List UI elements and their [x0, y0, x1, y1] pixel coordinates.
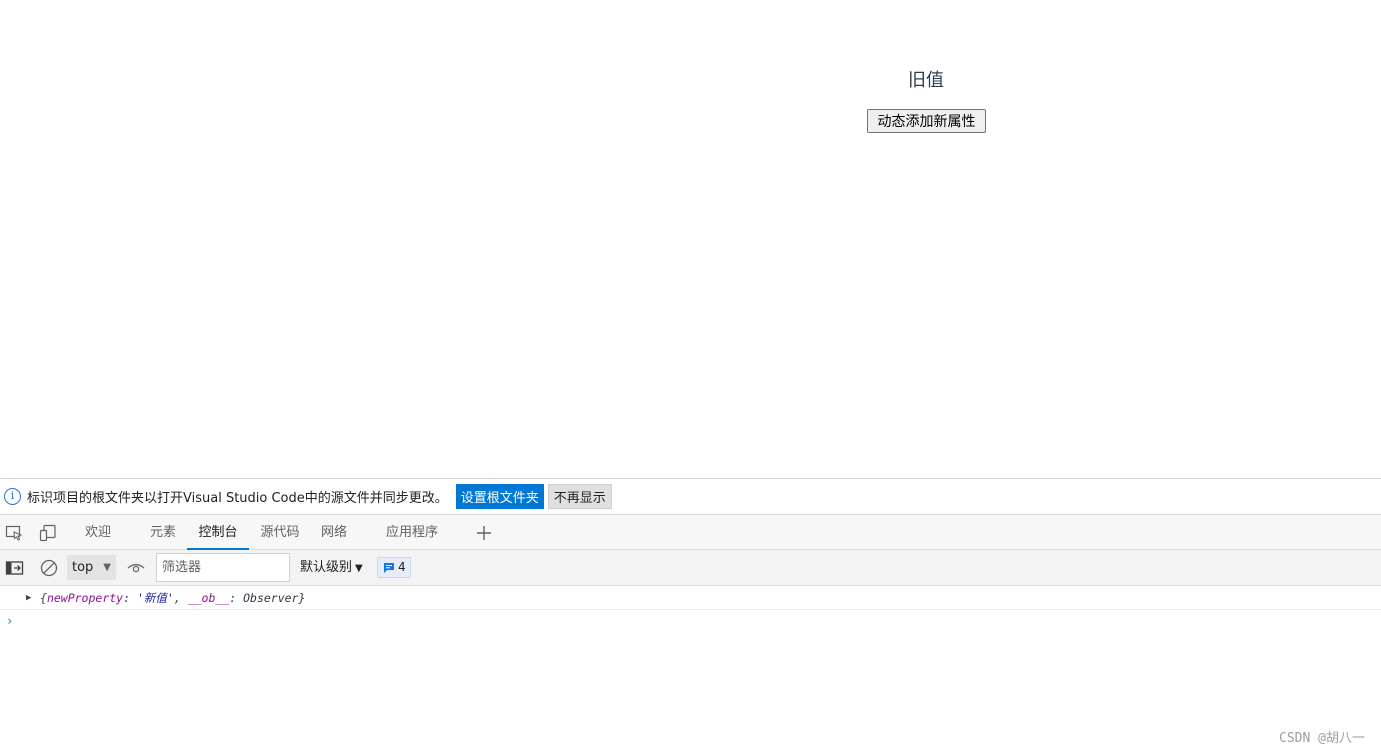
plus-icon[interactable] [474, 523, 494, 543]
tab-network[interactable]: 网络 [312, 515, 356, 550]
chevron-down-icon: ▼ [103, 562, 111, 573]
device-emulation-icon[interactable] [39, 524, 57, 542]
clear-console-icon[interactable] [39, 558, 59, 578]
message-count: 4 [398, 560, 406, 574]
live-expression-eye-icon[interactable] [126, 558, 146, 578]
tab-sources[interactable]: 源代码 [252, 515, 308, 550]
page-viewport: 旧值 动态添加新属性 [0, 0, 1381, 478]
inspect-element-icon[interactable] [5, 524, 23, 542]
context-value: top [72, 560, 94, 575]
sidebar-toggle-icon[interactable] [5, 558, 25, 578]
console-filter-input[interactable] [156, 553, 290, 582]
tab-console[interactable]: 控制台 [187, 515, 249, 550]
devtools-tabbar: 欢迎 元素 控制台 源代码 网络 应用程序 [0, 515, 1381, 550]
root-folder-infobar: i 标识项目的根文件夹以打开Visual Studio Code中的源文件并同步… [0, 479, 1381, 515]
message-count-badge[interactable]: 4 [377, 557, 411, 578]
log-prop-value: '新值' [136, 591, 174, 605]
message-icon [384, 563, 394, 573]
log-level-value: 默认级别 [300, 560, 353, 575]
console-output: ▶ {newProperty: '新值', __ob__: Observer} … [0, 586, 1381, 746]
expand-triangle-icon[interactable]: ▶ [26, 586, 31, 610]
tab-welcome[interactable]: 欢迎 [76, 515, 120, 550]
log-level-selector[interactable]: 默认级别 ▼ [300, 555, 363, 580]
watermark: CSDN @胡八一 [1279, 731, 1365, 746]
log-ob-name: __ob__ [187, 591, 230, 605]
infobar-message: 标识项目的根文件夹以打开Visual Studio Code中的源文件并同步更改… [27, 491, 448, 506]
chevron-down-icon: ▼ [355, 563, 363, 574]
tab-elements[interactable]: 元素 [140, 515, 186, 550]
console-toolbar: top ▼ 默认级别▼ 4 [0, 550, 1381, 586]
devtools-panel: i 标识项目的根文件夹以打开Visual Studio Code中的源文件并同步… [0, 478, 1381, 746]
info-icon: i [4, 488, 21, 505]
tab-application[interactable]: 应用程序 [376, 515, 448, 550]
log-ob-value: Observer [243, 591, 299, 605]
log-prop-name: newProperty [46, 591, 124, 605]
console-prompt[interactable]: › [6, 610, 13, 632]
set-root-folder-button[interactable]: 设置根文件夹 [455, 484, 544, 509]
context-selector[interactable]: top ▼ [67, 555, 116, 580]
console-log-entry[interactable]: ▶ {newProperty: '新值', __ob__: Observer} [0, 586, 1381, 610]
add-property-button[interactable]: 动态添加新属性 [867, 109, 986, 133]
log-object-preview: {newProperty: '新值', __ob__: Observer} [40, 591, 306, 605]
dont-show-again-button[interactable]: 不再显示 [547, 484, 612, 509]
old-value-text: 旧值 [908, 70, 944, 91]
